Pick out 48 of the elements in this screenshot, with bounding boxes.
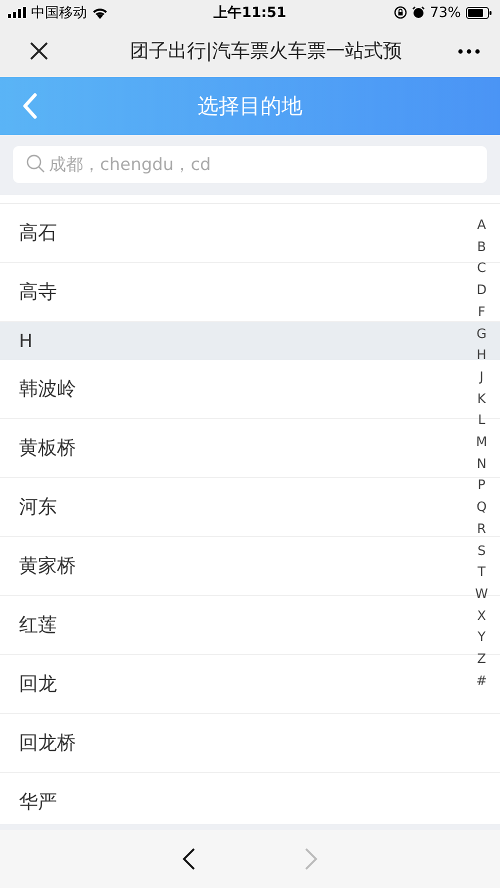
index-letter[interactable]: L xyxy=(478,410,486,432)
index-letter[interactable]: B xyxy=(477,236,486,258)
index-letter[interactable]: N xyxy=(476,454,486,476)
index-letter[interactable]: F xyxy=(478,302,486,324)
city-item[interactable]: 黄家桥 xyxy=(19,553,76,579)
carrier-name: 中国移动 xyxy=(31,4,87,22)
index-letter[interactable]: Q xyxy=(476,497,487,519)
search-icon xyxy=(26,154,46,174)
battery-percent: 73% xyxy=(430,4,461,20)
signal-icon xyxy=(8,7,26,18)
letter-header: H xyxy=(19,330,33,352)
more-icon[interactable] xyxy=(458,48,480,54)
index-letter[interactable]: C xyxy=(477,258,486,280)
index-letter[interactable]: P xyxy=(478,475,486,498)
city-item[interactable]: 韩波岭 xyxy=(19,376,76,402)
index-letter[interactable]: Z xyxy=(477,649,486,671)
index-letter[interactable]: W xyxy=(475,584,488,606)
wifi-icon xyxy=(92,6,108,18)
index-letter[interactable]: H xyxy=(476,345,486,367)
city-item[interactable]: 华严 xyxy=(19,789,57,815)
city-item[interactable]: 高寺 xyxy=(19,279,57,305)
city-item[interactable]: 高石 xyxy=(19,220,57,246)
city-item[interactable]: 黄板桥 xyxy=(19,435,76,461)
page-title: 团子出行|汽车票火车票一站式预 xyxy=(128,39,404,64)
index-letter[interactable]: G xyxy=(476,324,487,346)
index-letter[interactable]: J xyxy=(480,366,484,389)
city-item[interactable]: 红莲 xyxy=(19,612,57,638)
index-letter[interactable]: S xyxy=(477,540,486,562)
index-letter[interactable]: R xyxy=(477,518,486,541)
city-item[interactable]: 回龙 xyxy=(19,671,57,697)
battery-icon xyxy=(466,6,492,18)
city-item[interactable]: 河东 xyxy=(19,494,57,520)
index-letter[interactable]: # xyxy=(476,670,488,692)
back-nav-icon[interactable] xyxy=(182,848,196,870)
index-letter[interactable]: K xyxy=(477,388,486,410)
rotation-lock-icon xyxy=(394,6,407,19)
alarm-icon xyxy=(412,6,425,19)
index-letter[interactable]: A xyxy=(477,215,486,237)
index-letter[interactable]: X xyxy=(477,606,486,628)
close-icon[interactable] xyxy=(30,42,48,60)
city-item[interactable]: 回龙桥 xyxy=(19,730,76,756)
status-time: 上午11:51 xyxy=(214,4,286,22)
index-letter[interactable]: T xyxy=(478,562,486,584)
header-title: 选择目的地 xyxy=(196,93,304,120)
index-letter[interactable]: Y xyxy=(478,627,486,650)
index-letter[interactable]: D xyxy=(476,280,487,302)
index-letter[interactable]: M xyxy=(476,432,488,454)
search-field[interactable]: 成都，chengdu，cd xyxy=(13,146,487,183)
